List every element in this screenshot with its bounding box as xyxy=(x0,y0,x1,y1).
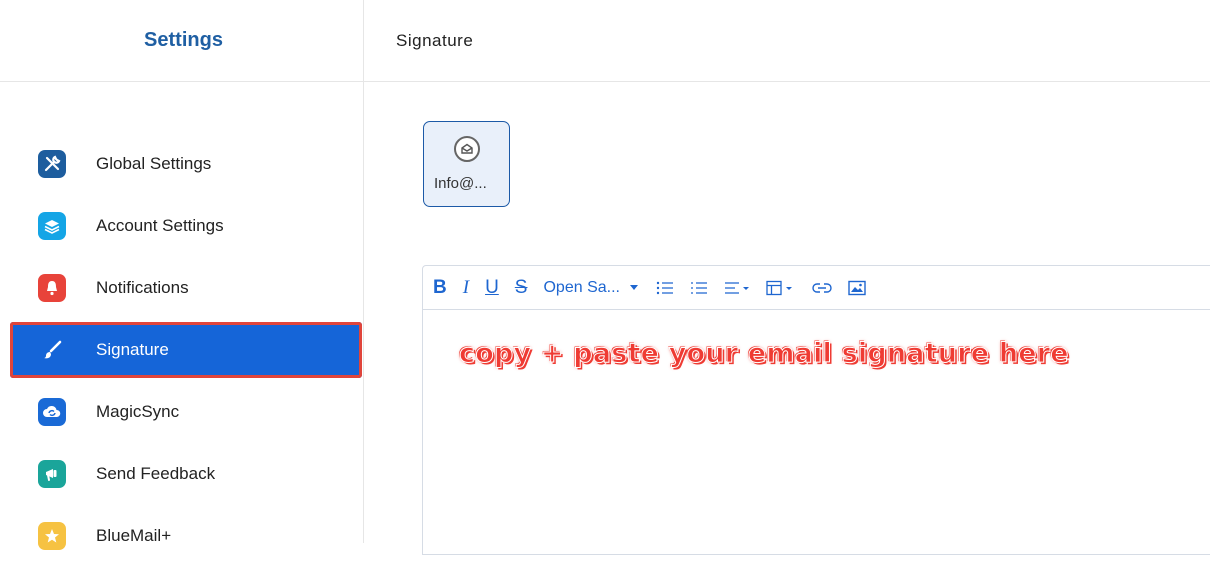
tools-icon xyxy=(38,150,66,178)
page-title: Signature xyxy=(396,30,474,50)
sidebar-item-global-settings[interactable]: Global Settings xyxy=(0,133,364,195)
sidebar-item-bluemail-plus[interactable]: BlueMail+ xyxy=(0,505,364,567)
bullet-list-icon[interactable] xyxy=(656,276,674,300)
font-family-value: Open Sa... xyxy=(543,278,620,296)
sidebar-header: Settings xyxy=(0,0,363,82)
sync-cloud-icon xyxy=(38,398,66,426)
annotation-text: copy + paste your email signature here xyxy=(459,338,1070,370)
star-icon xyxy=(38,522,66,550)
account-avatar-icon xyxy=(454,136,480,162)
underline-button[interactable]: U xyxy=(485,276,499,300)
sidebar-item-notifications[interactable]: Notifications xyxy=(0,257,364,319)
sidebar-item-magicsync[interactable]: MagicSync xyxy=(0,381,364,443)
editor-toolbar: B I U S Open Sa... xyxy=(423,266,1210,310)
sidebar-item-label: Send Feedback xyxy=(96,464,216,483)
italic-button[interactable]: I xyxy=(463,276,469,300)
sidebar-item-label: Signature xyxy=(96,340,169,359)
sidebar-title: Settings xyxy=(144,29,223,51)
align-icon[interactable] xyxy=(724,276,750,300)
numbered-list-icon[interactable] xyxy=(690,276,708,300)
chevron-down-icon xyxy=(629,285,638,290)
bold-button[interactable]: B xyxy=(433,276,447,300)
sidebar-item-label: BlueMail+ xyxy=(96,526,172,545)
table-icon[interactable] xyxy=(766,276,796,300)
account-label: Info@... xyxy=(434,175,487,192)
sidebar-item-send-feedback[interactable]: Send Feedback xyxy=(0,443,364,505)
settings-nav: Global Settings Account Settings Notific… xyxy=(0,133,364,567)
megaphone-icon xyxy=(38,460,66,488)
editor-content[interactable]: copy + paste your email signature here xyxy=(423,310,1210,550)
brush-icon xyxy=(38,336,66,364)
font-family-select[interactable]: Open Sa... xyxy=(543,279,638,297)
sidebar-item-label: MagicSync xyxy=(96,402,180,421)
layers-icon xyxy=(38,212,66,240)
signature-editor: B I U S Open Sa... copy + paste your ema… xyxy=(422,265,1210,555)
sidebar-item-label: Global Settings xyxy=(96,154,212,173)
sidebar-item-signature[interactable]: Signature xyxy=(10,322,362,378)
image-icon[interactable] xyxy=(848,276,866,300)
sidebar-item-account-settings[interactable]: Account Settings xyxy=(0,195,364,257)
strikethrough-button[interactable]: S xyxy=(515,276,528,300)
main-header: Signature xyxy=(364,0,1210,82)
bell-icon xyxy=(38,274,66,302)
account-card[interactable]: Info@... xyxy=(423,121,510,207)
sidebar-item-label: Notifications xyxy=(96,278,189,297)
sidebar-item-label: Account Settings xyxy=(96,216,224,235)
settings-sidebar: Settings Global Settings Account Setting… xyxy=(0,0,364,550)
link-icon[interactable] xyxy=(812,276,832,300)
